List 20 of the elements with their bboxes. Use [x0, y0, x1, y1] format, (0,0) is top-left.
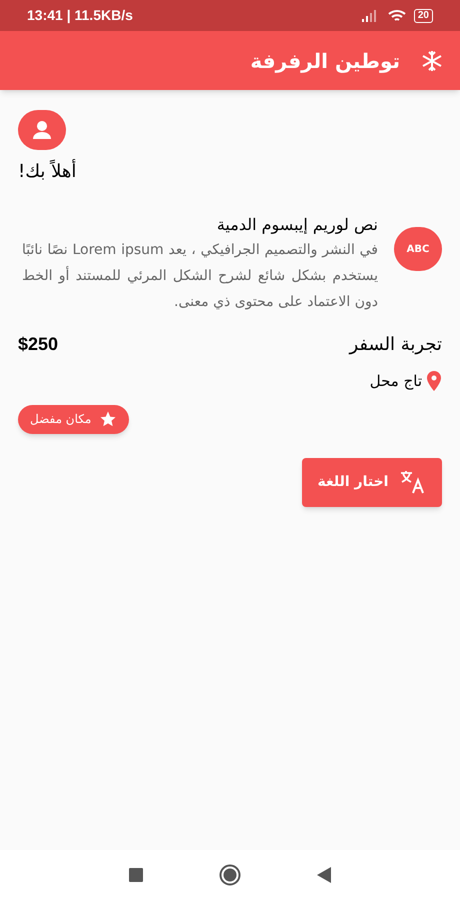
back-icon[interactable] — [317, 867, 331, 883]
location-pin-icon — [426, 371, 442, 392]
app-title: توطين الرفرفة — [250, 48, 400, 75]
status-time: 13:41 | 11.5KB/s — [27, 6, 133, 26]
text-avatar: ABC — [394, 227, 442, 271]
location-text: تاج محل — [370, 371, 422, 392]
greeting-text: أهلاً بك! — [18, 158, 76, 184]
battery-icon: 20 — [414, 8, 433, 22]
list-title: نص لوريم إيبسوم الدمية — [216, 214, 378, 236]
star-icon — [99, 410, 118, 428]
snowflake-icon — [420, 48, 444, 72]
place-title: تجربة السفر — [349, 333, 442, 357]
language-button[interactable]: اختار اللغة — [302, 458, 442, 506]
person-icon — [31, 119, 53, 141]
wifi-icon — [388, 8, 406, 22]
home-icon[interactable] — [219, 864, 241, 886]
translate-icon — [400, 470, 426, 494]
list-body: في النشر والتصميم الجرافيكي ، يعد Lorem ipsum نصًا نائبًا يستخدم بشكل شائع لشرح الشكل المرئي للمستند أو الخط دون الاعتماد على محتوى ذي معنى. — [22, 241, 378, 312]
price: $250 — [18, 333, 58, 356]
favorite-chip[interactable]: مكان مفضل — [18, 404, 130, 434]
